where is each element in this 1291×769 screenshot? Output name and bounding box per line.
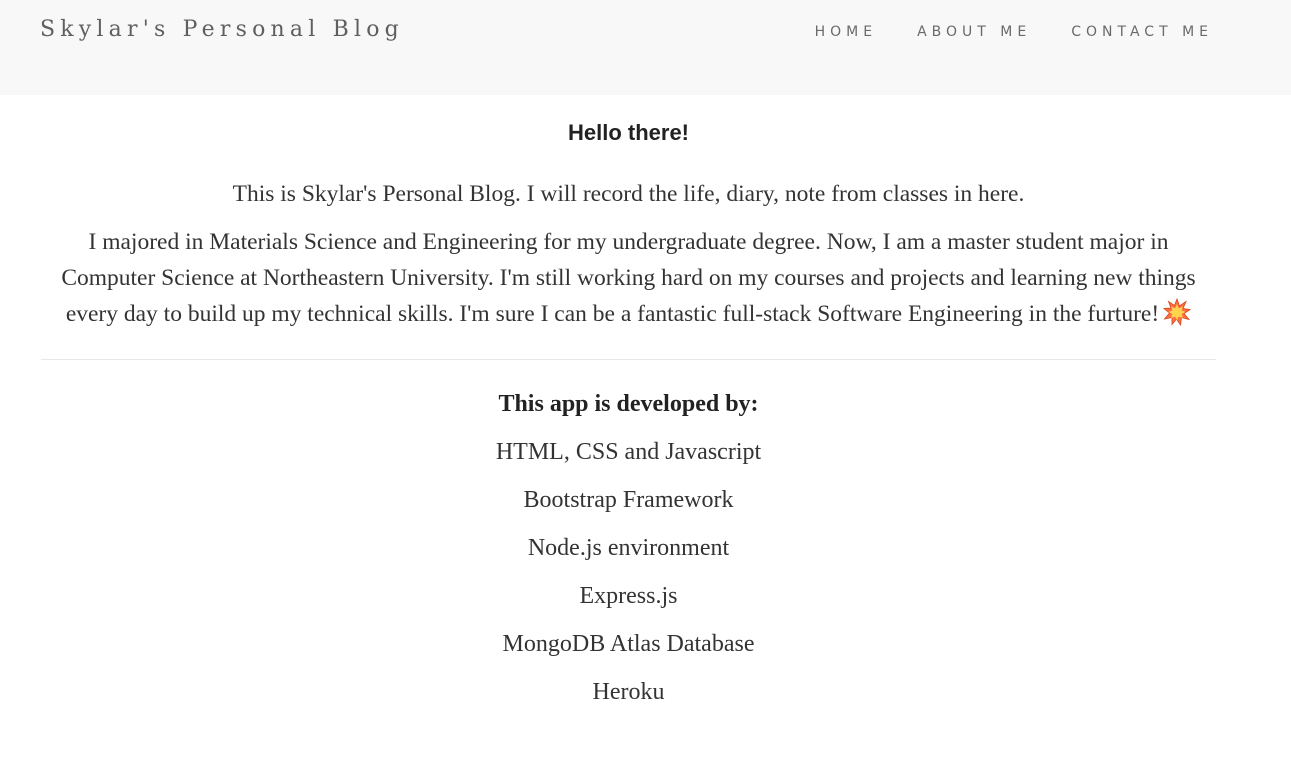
brand-title[interactable]: Skylar's Personal Blog xyxy=(40,17,404,42)
nav-link-contact-me[interactable]: CONTACT ME xyxy=(1071,24,1213,40)
section-divider xyxy=(41,359,1216,360)
bio-text: I majored in Materials Science and Engin… xyxy=(61,229,1196,327)
tech-item-nodejs: Node.js environment xyxy=(527,535,730,561)
intro-paragraph: This is Skylar's Personal Blog. I will r… xyxy=(232,181,1025,207)
tech-list: HTML, CSS and Javascript Bootstrap Frame… xyxy=(41,435,1216,709)
nav-link-home[interactable]: HOME xyxy=(815,24,877,40)
nav-link-about-me[interactable]: ABOUT ME xyxy=(917,24,1031,40)
tech-item-expressjs: Express.js xyxy=(579,583,678,609)
top-navbar: Skylar's Personal Blog HOME ABOUT ME CON… xyxy=(0,0,1291,95)
developed-by-heading: This app is developed by: xyxy=(498,391,759,417)
nav-menu: HOME ABOUT ME CONTACT ME xyxy=(815,24,1213,40)
tech-item-mongodb: MongoDB Atlas Database xyxy=(502,631,755,657)
tech-item-html-css-js: HTML, CSS and Javascript xyxy=(495,439,762,465)
bio-paragraph: I majored in Materials Science and Engin… xyxy=(41,224,1216,332)
greeting-heading: Hello there! xyxy=(567,120,690,145)
collision-icon xyxy=(1163,297,1192,327)
tech-item-heroku: Heroku xyxy=(592,679,665,705)
main-content: Hello there! This is Skylar's Personal B… xyxy=(41,95,1216,709)
tech-item-bootstrap: Bootstrap Framework xyxy=(523,487,734,513)
